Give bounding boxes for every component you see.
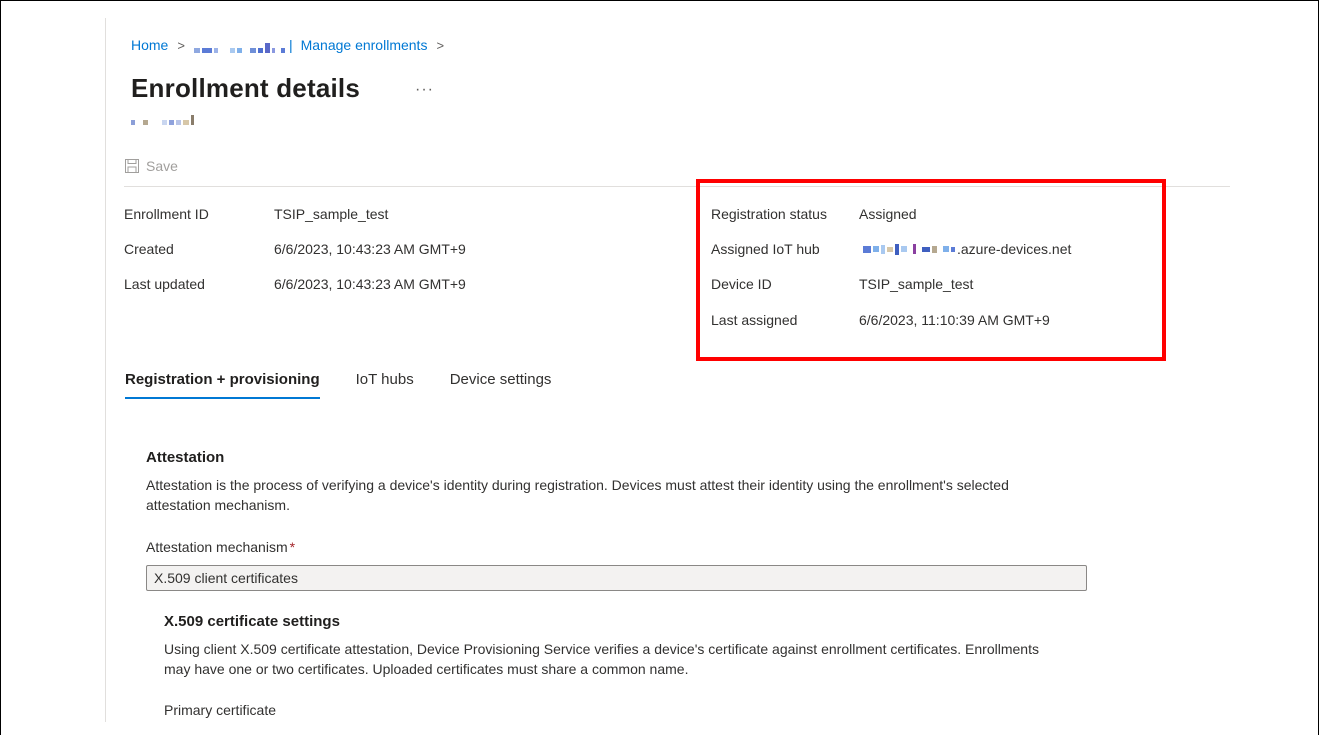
attestation-heading: Attestation — [146, 449, 225, 466]
prop-label: Created — [124, 241, 174, 257]
redacted-resource-name — [131, 115, 196, 125]
tab-bar: Registration + provisioning IoT hubs Dev… — [125, 371, 587, 399]
breadcrumb-separator: > — [436, 37, 445, 53]
field-label-text: Attestation mechanism — [146, 539, 288, 555]
prop-label: Enrollment ID — [124, 206, 209, 222]
breadcrumb-manage-enrollments-link[interactable]: Manage enrollments — [301, 37, 428, 53]
save-button[interactable]: Save — [124, 158, 178, 174]
save-icon — [125, 159, 139, 173]
breadcrumb-home-link[interactable]: Home — [131, 37, 168, 53]
attestation-mechanism-field[interactable] — [146, 565, 1087, 591]
prop-label: Last updated — [124, 276, 205, 292]
left-divider — [105, 18, 106, 722]
prop-value: TSIP_sample_test — [274, 206, 389, 222]
prop-value: 6/6/2023, 10:43:23 AM GMT+9 — [274, 276, 466, 292]
required-marker: * — [289, 539, 296, 555]
breadcrumb: Home > | Manage enrollments > — [131, 37, 453, 53]
breadcrumb-redacted-segment[interactable]: | — [193, 37, 293, 53]
command-bar: Save — [124, 150, 178, 182]
prop-value: 6/6/2023, 10:43:23 AM GMT+9 — [274, 241, 466, 257]
x509-settings-heading: X.509 certificate settings — [164, 613, 340, 630]
breadcrumb-separator: > — [177, 37, 185, 53]
tab-device-settings[interactable]: Device settings — [450, 371, 552, 399]
tab-registration-provisioning[interactable]: Registration + provisioning — [125, 371, 320, 399]
save-label: Save — [146, 158, 178, 174]
attestation-mechanism-label: Attestation mechanism * — [146, 539, 295, 555]
tab-iot-hubs[interactable]: IoT hubs — [356, 371, 414, 399]
more-options-icon[interactable]: ··· — [415, 81, 434, 99]
highlight-box — [696, 179, 1166, 361]
primary-certificate-label: Primary certificate — [164, 702, 277, 718]
page-title: Enrollment details — [131, 73, 360, 103]
attestation-description: Attestation is the process of verifying … — [146, 477, 1009, 513]
x509-settings-description: Using client X.509 certificate attestati… — [164, 641, 1039, 677]
